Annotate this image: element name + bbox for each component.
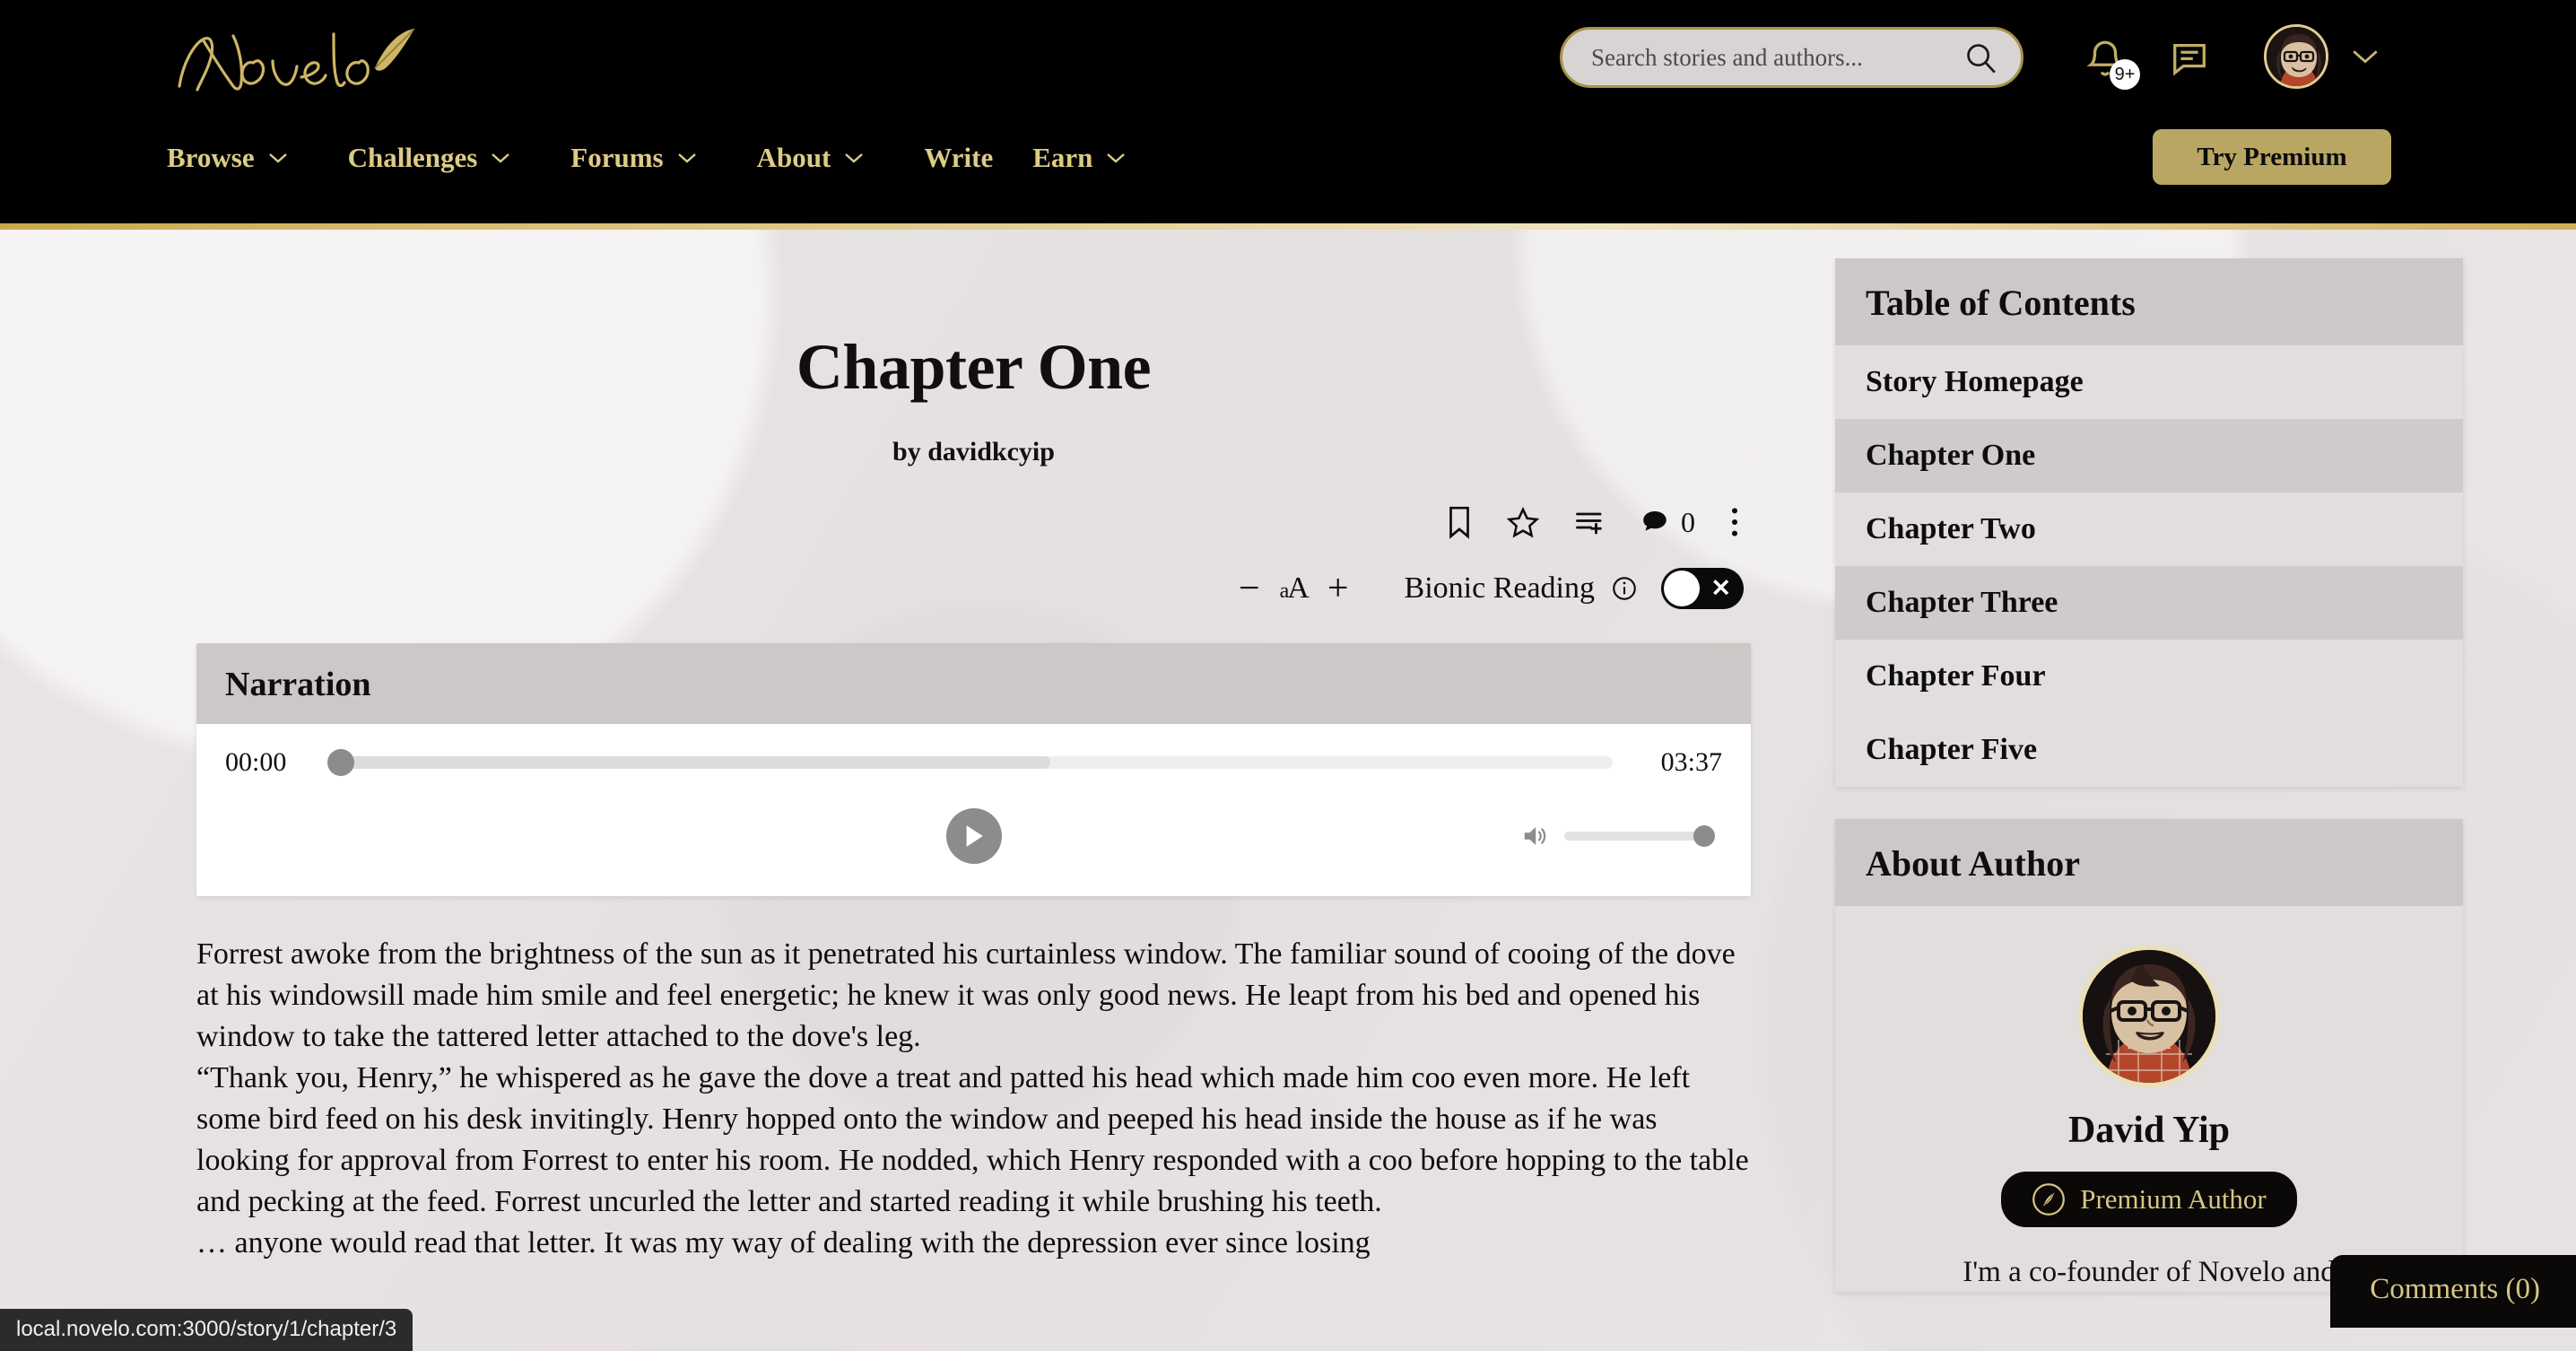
chevron-down-icon (677, 153, 696, 163)
story-paragraph: “Thank you, Henry,” he whispered as he g… (196, 1061, 1749, 1218)
chevron-down-icon (492, 153, 510, 163)
chapter-actions: 0 (196, 505, 1751, 539)
decrease-font-size-button[interactable]: − (1224, 570, 1275, 607)
nav-item-write[interactable]: Write (924, 142, 993, 174)
bionic-reading-toggle[interactable]: ✕ (1661, 568, 1744, 609)
comments-button[interactable]: 0 (1640, 506, 1695, 539)
toc-item-story-homepage[interactable]: Story Homepage (1835, 345, 2463, 419)
story-paragraph: Forrest awoke from the brightness of the… (196, 937, 1736, 1053)
star-icon (1507, 506, 1539, 538)
reader-main: Chapter One by davidkcyip 0 − aA + Bioni… (196, 269, 1751, 1264)
nav-label: Earn (1032, 142, 1093, 173)
toc-title: Table of Contents (1835, 258, 2463, 345)
account-menu-button[interactable] (2350, 47, 2380, 66)
about-author-title: About Author (1835, 819, 2463, 906)
author-avatar[interactable] (2078, 946, 2220, 1087)
author-name: David Yip (2067, 1110, 2231, 1151)
chevron-down-icon (268, 153, 287, 163)
toggle-knob (1664, 571, 1700, 606)
toggle-off-glyph: ✕ (1710, 574, 1731, 602)
avatar[interactable] (2264, 24, 2328, 89)
volume-knob[interactable] (1693, 825, 1715, 847)
toc-item-chapter-four[interactable]: Chapter Four (1835, 640, 2463, 713)
story-paragraph: … anyone would read that letter. It was … (196, 1226, 1371, 1259)
notification-badge: 9+ (2110, 59, 2140, 90)
favorite-button[interactable] (1507, 506, 1539, 538)
add-to-reading-list-button[interactable] (1573, 506, 1606, 538)
toc-item-chapter-one[interactable]: Chapter One (1835, 419, 2463, 492)
bookmark-button[interactable] (1446, 505, 1473, 539)
bookmark-icon (1449, 506, 1469, 539)
seek-slider[interactable] (327, 749, 1613, 776)
bionic-reading-label: Bionic Reading (1404, 571, 1595, 605)
premium-badge-label: Premium Author (2080, 1183, 2267, 1215)
nav-label: Challenges (347, 142, 478, 173)
reading-controls: − aA + Bionic Reading ✕ (196, 568, 1751, 609)
right-sidebar: Table of Contents Story Homepage Chapter… (1835, 258, 2463, 1324)
comments-fab-button[interactable]: Comments (0) (2330, 1255, 2576, 1328)
chat-bubble-icon (2173, 43, 2206, 76)
nav-label: About (756, 142, 831, 173)
chevron-down-icon (2353, 50, 2378, 64)
toc-item-chapter-two[interactable]: Chapter Two (1835, 492, 2463, 566)
site-logo[interactable] (167, 16, 427, 106)
nav-item-browse[interactable]: Browse (167, 142, 321, 174)
messages-button[interactable] (2169, 38, 2210, 79)
playlist-add-icon (1576, 512, 1602, 535)
nav-item-earn[interactable]: Earn (1032, 142, 1159, 174)
browser-status-bar: local.novelo.com:3000/story/1/chapter/3 (0, 1309, 413, 1351)
chapter-byline: by davidkcyip (892, 437, 1055, 466)
volume-control (1519, 823, 1715, 850)
feather-icon (2032, 1183, 2066, 1216)
comment-icon (1643, 510, 1667, 531)
font-size-indicator[interactable]: aA (1275, 571, 1313, 606)
search-icon[interactable] (1963, 40, 1997, 74)
more-vertical-icon (1731, 508, 1738, 536)
nav-item-forums[interactable]: Forums (570, 142, 729, 174)
search-input[interactable] (1591, 43, 1963, 72)
nav-label: Write (924, 142, 994, 173)
nav-label: Browse (167, 142, 255, 173)
comment-count: 0 (1681, 505, 1695, 538)
toc-item-chapter-three[interactable]: Chapter Three (1835, 566, 2463, 640)
increase-font-size-button[interactable]: + (1313, 570, 1363, 607)
header-divider (0, 223, 2576, 230)
try-premium-button[interactable]: Try Premium (2153, 129, 2391, 185)
volume-slider[interactable] (1564, 825, 1715, 847)
volume-icon[interactable] (1519, 823, 1550, 850)
seek-buffered (335, 756, 1050, 769)
premium-author-badge[interactable]: Premium Author (2001, 1172, 2297, 1227)
play-button[interactable] (945, 808, 1002, 864)
nav-item-about[interactable]: About (757, 142, 898, 174)
seek-knob[interactable] (327, 749, 354, 776)
narration-player: Narration 00:00 03:37 (196, 643, 1751, 896)
chapter-text: Forrest awoke from the brightness of the… (196, 934, 1751, 1264)
narration-title: Narration (196, 643, 1751, 724)
chevron-down-icon (1107, 153, 1126, 163)
page-title: Chapter One (796, 331, 1152, 403)
more-options-button[interactable] (1729, 505, 1740, 539)
info-icon[interactable] (1611, 575, 1638, 602)
site-header: 9+ Try Prem (0, 0, 2576, 223)
main-nav: Browse Challenges Forums About Write Ear… (167, 142, 1186, 174)
search-bar[interactable] (1560, 27, 2023, 88)
nav-item-challenges[interactable]: Challenges (348, 142, 544, 174)
about-author-panel: About Author David Yip Premium Author I'… (1835, 819, 2463, 1292)
toc-item-chapter-five[interactable]: Chapter Five (1835, 713, 2463, 787)
notifications-button[interactable]: 9+ (2083, 36, 2140, 90)
play-icon (966, 825, 983, 847)
duration: 03:37 (1660, 747, 1722, 777)
nav-label: Forums (570, 142, 664, 173)
table-of-contents-panel: Table of Contents Story Homepage Chapter… (1835, 258, 2463, 787)
current-time: 00:00 (225, 747, 287, 777)
chevron-down-icon (845, 153, 864, 163)
